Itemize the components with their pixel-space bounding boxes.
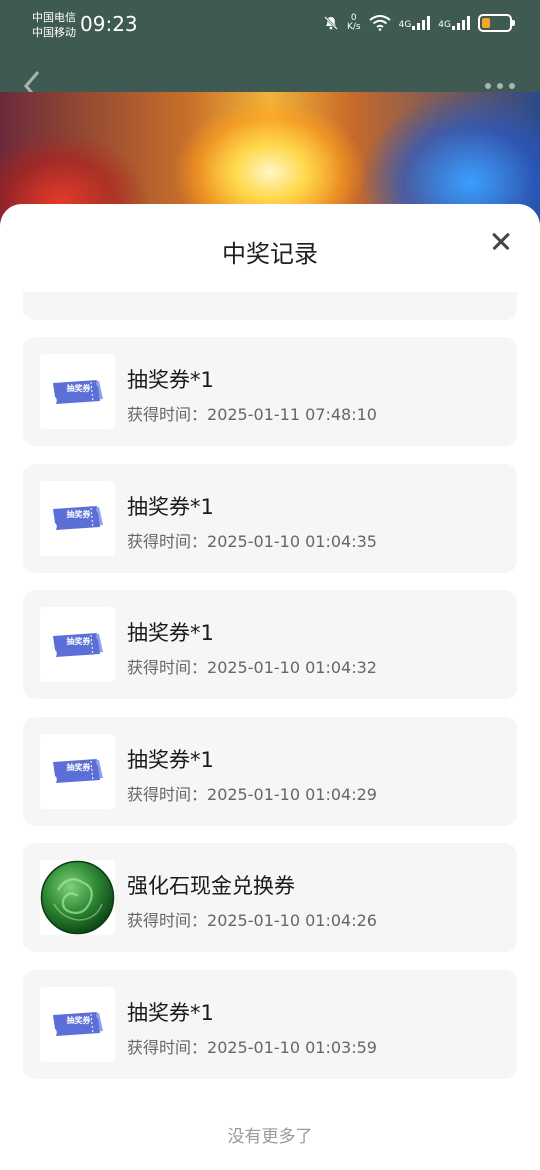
mute-bell-icon bbox=[324, 16, 338, 30]
time-value: 2025-01-11 07:48:10 bbox=[207, 405, 377, 424]
record-card: 抽奖券 抽奖券*1 获得时间：2025-01-10 01:03:59 bbox=[23, 969, 517, 1079]
prize-thumbnail: 抽奖券 bbox=[40, 607, 115, 682]
time-label: 获得时间： bbox=[127, 658, 208, 677]
wifi-icon bbox=[368, 15, 391, 31]
prize-time: 获得时间：2025-01-10 01:04:26 bbox=[127, 907, 377, 931]
carrier-1: 中国电信 bbox=[32, 11, 76, 24]
prize-thumbnail: 抽奖券 bbox=[40, 733, 115, 809]
signal-1-label: 4G bbox=[398, 20, 412, 30]
prize-name: 抽奖券*1 bbox=[127, 621, 214, 645]
prize-name: 抽奖券*1 bbox=[127, 494, 214, 519]
time-label: 获得时间： bbox=[127, 911, 208, 930]
modal-title: 中奖记录 bbox=[222, 240, 318, 268]
signal-2-label: 4G bbox=[438, 20, 451, 30]
battery-icon bbox=[478, 14, 515, 32]
ticket-icon: 抽奖券 bbox=[51, 1009, 105, 1039]
time-label: 获得时间： bbox=[127, 1037, 208, 1057]
prize-time: 获得时间：2025-01-10 01:04:35 bbox=[127, 528, 377, 552]
battery-level bbox=[482, 18, 490, 28]
prize-thumbnail: 抽奖券 bbox=[40, 354, 115, 429]
carrier-info: 中国电信 中国移动 bbox=[32, 10, 76, 40]
prize-time: 获得时间：2025-01-10 01:04:32 bbox=[127, 654, 377, 678]
record-card: 强化石现金兑换券获得时间：2025-01-10 01:04:26 bbox=[23, 843, 517, 952]
ticket-label: 抽奖券 bbox=[66, 636, 91, 646]
list-item-partial bbox=[23, 292, 517, 320]
prize-name: 抽奖券*1 bbox=[127, 747, 214, 772]
more-button[interactable] bbox=[484, 72, 516, 92]
net-speed-unit: K/s bbox=[346, 22, 361, 32]
prize-thumbnail: 抽奖券 bbox=[40, 986, 115, 1062]
jade-stone-icon bbox=[40, 860, 115, 935]
ticket-icon: 抽奖券 bbox=[51, 503, 105, 533]
signal-bars-icon bbox=[452, 16, 470, 30]
prize-time: 获得时间：2025-01-10 01:04:29 bbox=[127, 781, 377, 805]
prize-name: 抽奖券*1 bbox=[127, 368, 214, 392]
record-card: 抽奖券 抽奖券*1 获得时间：2025-01-10 01:04:35 bbox=[23, 463, 517, 573]
status-bar: 中国电信 中国移动 09:23 0 K/s 4G 4G bbox=[0, 0, 540, 52]
more-dots-icon bbox=[485, 83, 515, 89]
ticket-label: 抽奖券 bbox=[66, 383, 91, 393]
ticket-label: 抽奖券 bbox=[66, 1016, 91, 1025]
record-card: 抽奖券 抽奖券*1 获得时间：2025-01-11 07:48:10 bbox=[23, 337, 517, 446]
prize-record-modal: 中奖记录 抽奖券 抽奖券*1 获得时间：2025-01-11 07:48:10 抽奖券… bbox=[0, 204, 540, 1170]
time-label: 获得时间： bbox=[127, 531, 208, 551]
prize-thumbnail bbox=[40, 860, 115, 935]
prize-thumbnail: 抽奖券 bbox=[40, 480, 115, 556]
carrier-2: 中国移动 bbox=[32, 26, 76, 39]
record-card: 抽奖券 抽奖券*1 获得时间：2025-01-10 01:04:29 bbox=[23, 716, 517, 826]
ticket-icon: 抽奖券 bbox=[51, 377, 105, 407]
time-value: 2025-01-10 01:03:59 bbox=[207, 1037, 377, 1057]
ticket-label: 抽奖券 bbox=[66, 763, 91, 772]
close-icon[interactable] bbox=[486, 226, 516, 256]
time-value: 2025-01-10 01:04:29 bbox=[207, 784, 377, 804]
game-banner-image bbox=[0, 92, 540, 222]
prize-time: 获得时间：2025-01-11 07:48:10 bbox=[127, 401, 377, 425]
net-speed: 0 K/s bbox=[347, 14, 361, 32]
prize-name: 抽奖券*1 bbox=[127, 1000, 214, 1025]
prize-time: 获得时间：2025-01-10 01:03:59 bbox=[127, 1034, 377, 1058]
signal-2: 4G bbox=[438, 16, 470, 30]
app-header bbox=[0, 52, 540, 101]
time-value: 2025-01-10 01:04:35 bbox=[207, 531, 377, 551]
time-value: 2025-01-10 01:04:32 bbox=[207, 658, 377, 677]
status-icons: 0 K/s 4G 4G bbox=[323, 14, 515, 32]
ticket-icon: 抽奖券 bbox=[51, 756, 105, 786]
prize-name: 强化石现金兑换券 bbox=[127, 874, 295, 898]
record-list[interactable]: 抽奖券 抽奖券*1 获得时间：2025-01-11 07:48:10 抽奖券 抽奖券*1… bbox=[23, 292, 517, 1112]
status-time: 09:23 bbox=[80, 12, 138, 36]
time-label: 获得时间： bbox=[127, 784, 208, 804]
signal-1: 4G bbox=[399, 16, 431, 30]
signal-bars-icon bbox=[412, 16, 431, 30]
ticket-label: 抽奖券 bbox=[66, 510, 91, 519]
no-more-label: 没有更多了 bbox=[227, 1127, 313, 1147]
time-value: 2025-01-10 01:04:26 bbox=[207, 911, 377, 930]
time-label: 获得时间： bbox=[127, 405, 208, 424]
ticket-icon: 抽奖券 bbox=[51, 630, 105, 660]
record-card: 抽奖券 抽奖券*1 获得时间：2025-01-10 01:04:32 bbox=[23, 590, 517, 699]
